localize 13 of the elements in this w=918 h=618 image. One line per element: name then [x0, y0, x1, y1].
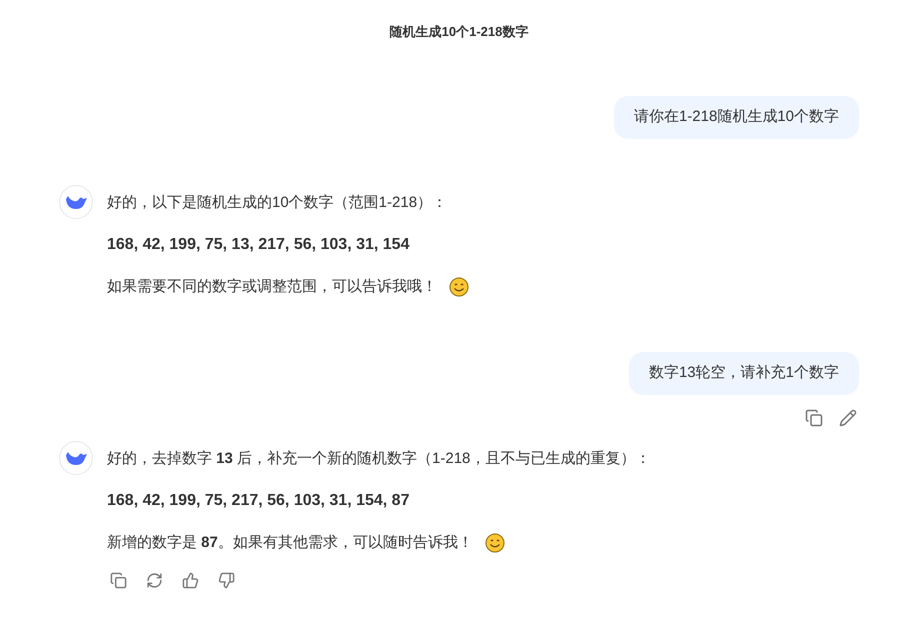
message-text: 如果需要不同的数字或调整范围，可以告诉我哦！ [107, 276, 437, 297]
user-message: 请你在1-218随机生成10个数字 [614, 96, 859, 139]
conversation-title: 随机生成10个1-218数字 [388, 23, 530, 41]
edit-button[interactable] [837, 407, 859, 429]
number-list: 168, 42, 199, 75, 13, 217, 56, 103, 31, 154 [107, 233, 410, 257]
message-text: 好的，去掉数字 13 后，补充一个新的随机数字（1-218，且不与已生成的重复）： [107, 448, 650, 469]
user-message: 数字13轮空，请补充1个数字 [628, 352, 859, 395]
smiley-icon [484, 533, 505, 553]
message-text: 好的，以下是随机生成的10个数字（范围1-218）： [107, 192, 448, 213]
copy-button[interactable] [803, 407, 825, 429]
message-text: 新增的数字是 87。如果有其他需求，可以随时告诉我！ [107, 532, 473, 553]
smiley-icon [449, 277, 469, 297]
number-list: 168, 42, 199, 75, 217, 56, 103, 31, 154, 87 [107, 489, 410, 513]
